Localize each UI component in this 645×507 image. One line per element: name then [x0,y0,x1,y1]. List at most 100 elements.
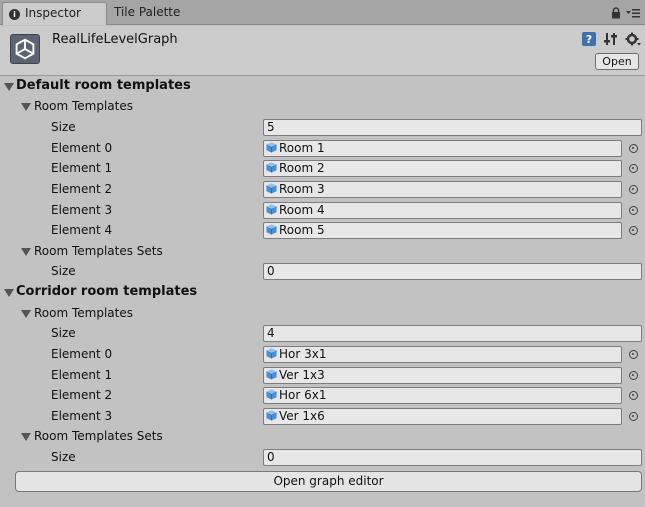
foldout-arrow-icon [4,83,14,91]
prefab-cube-icon [266,348,277,359]
preset-icon[interactable] [603,31,619,47]
open-button[interactable]: Open [595,53,639,70]
object-picker-icon[interactable] [629,206,638,215]
header-icons: ? [581,31,641,47]
prefab-cube-icon [266,369,277,380]
section-corridor-room-templates[interactable]: Corridor room templates [0,282,645,302]
size-label: Size [51,450,76,464]
size-field[interactable]: 4 [263,325,642,342]
sets-size-row: Size 0 [0,447,645,467]
foldout-label: Room Templates [34,306,133,320]
size-field[interactable]: 5 [263,119,642,136]
object-field-value: Room 3 [279,182,325,196]
foldout-arrow-icon [21,103,31,111]
object-picker-icon[interactable] [629,371,638,380]
prefab-cube-icon [266,142,277,153]
element-row: Element 0 Room 1 [0,138,645,158]
size-label: Size [51,326,76,340]
tab-bar: i Inspector Tile Palette [0,0,645,25]
object-field-value: Room 5 [279,223,325,237]
section-title: Default room templates [16,78,191,93]
sets-size-field[interactable]: 0 [263,449,642,466]
object-picker-icon[interactable] [629,144,638,153]
foldout-room-templates[interactable]: Room Templates [0,96,645,116]
size-label: Size [51,120,76,134]
foldout-label: Room Templates Sets [34,244,163,258]
size-label: Size [51,264,76,278]
element-label: Element 1 [51,161,113,175]
unity-asset-icon [10,34,40,64]
object-picker-icon[interactable] [629,412,638,421]
prefab-cube-icon [266,389,277,400]
object-field-value: Hor 3x1 [279,347,327,361]
prefab-cube-icon [266,162,277,173]
object-field-value: Ver 1x3 [279,368,325,382]
foldout-arrow-icon [21,248,31,256]
element-label: Element 4 [51,223,113,237]
element-label: Element 1 [51,368,113,382]
element-row: Element 2 Hor 6x1 [0,385,645,405]
element-row: Element 4 Room 5 [0,220,645,240]
help-icon[interactable]: ? [581,31,597,47]
section-default-room-templates[interactable]: Default room templates [0,76,645,96]
tab-inspector-label: Inspector [25,6,81,20]
element-label: Element 2 [51,182,113,196]
element-label: Element 0 [51,347,113,361]
foldout-arrow-icon [21,310,31,318]
object-field-value: Room 4 [279,203,325,217]
lock-icon[interactable] [611,7,621,19]
info-icon: i [9,9,20,20]
object-picker-icon[interactable] [629,350,638,359]
element-row: Element 2 Room 3 [0,179,645,199]
foldout-label: Room Templates Sets [34,429,163,443]
asset-title: RealLifeLevelGraph [52,32,178,47]
section-title: Corridor room templates [16,284,198,299]
foldout-room-templates-sets[interactable]: Room Templates Sets [0,241,645,261]
tab-controls [611,5,641,21]
object-field-value: Room 2 [279,161,325,175]
element-row: Element 3 Ver 1x6 [0,406,645,426]
settings-icon[interactable] [625,31,641,47]
object-picker-icon[interactable] [629,226,638,235]
prefab-cube-icon [266,410,277,421]
foldout-arrow-icon [21,433,31,441]
object-field[interactable]: Hor 3x1 [263,346,622,363]
size-row: Size 5 [0,117,645,137]
svg-text:?: ? [586,33,592,46]
object-field[interactable]: Room 1 [263,140,622,157]
object-field[interactable]: Room 2 [263,160,622,177]
element-row: Element 1 Ver 1x3 [0,365,645,385]
object-field[interactable]: Room 5 [263,222,622,239]
open-graph-editor-button[interactable]: Open graph editor [15,471,642,492]
object-field-value: Ver 1x6 [279,409,325,423]
sets-size-row: Size 0 [0,261,645,281]
element-label: Element 2 [51,388,113,402]
sets-size-field[interactable]: 0 [263,263,642,280]
element-label: Element 3 [51,409,113,423]
inspector-header: RealLifeLevelGraph ? Open [0,26,645,76]
element-row: Element 3 Room 4 [0,200,645,220]
object-field[interactable]: Ver 1x3 [263,367,622,384]
tab-tile-palette-label: Tile Palette [114,5,181,19]
object-picker-icon[interactable] [629,185,638,194]
menu-icon[interactable] [625,7,641,19]
object-field[interactable]: Room 4 [263,202,622,219]
prefab-cube-icon [266,183,277,194]
prefab-cube-icon [266,224,277,235]
object-field-value: Room 1 [279,141,325,155]
foldout-room-templates[interactable]: Room Templates [0,303,645,323]
element-row: Element 0 Hor 3x1 [0,344,645,364]
element-row: Element 1 Room 2 [0,158,645,178]
tab-tile-palette[interactable]: Tile Palette [114,2,214,25]
size-row: Size 4 [0,323,645,343]
object-field[interactable]: Room 3 [263,181,622,198]
object-field[interactable]: Ver 1x6 [263,408,622,425]
object-picker-icon[interactable] [629,391,638,400]
object-field[interactable]: Hor 6x1 [263,387,622,404]
foldout-label: Room Templates [34,99,133,113]
prefab-cube-icon [266,204,277,215]
tab-inspector[interactable]: i Inspector [2,2,107,25]
element-label: Element 0 [51,141,113,155]
foldout-room-templates-sets[interactable]: Room Templates Sets [0,426,645,446]
object-picker-icon[interactable] [629,164,638,173]
